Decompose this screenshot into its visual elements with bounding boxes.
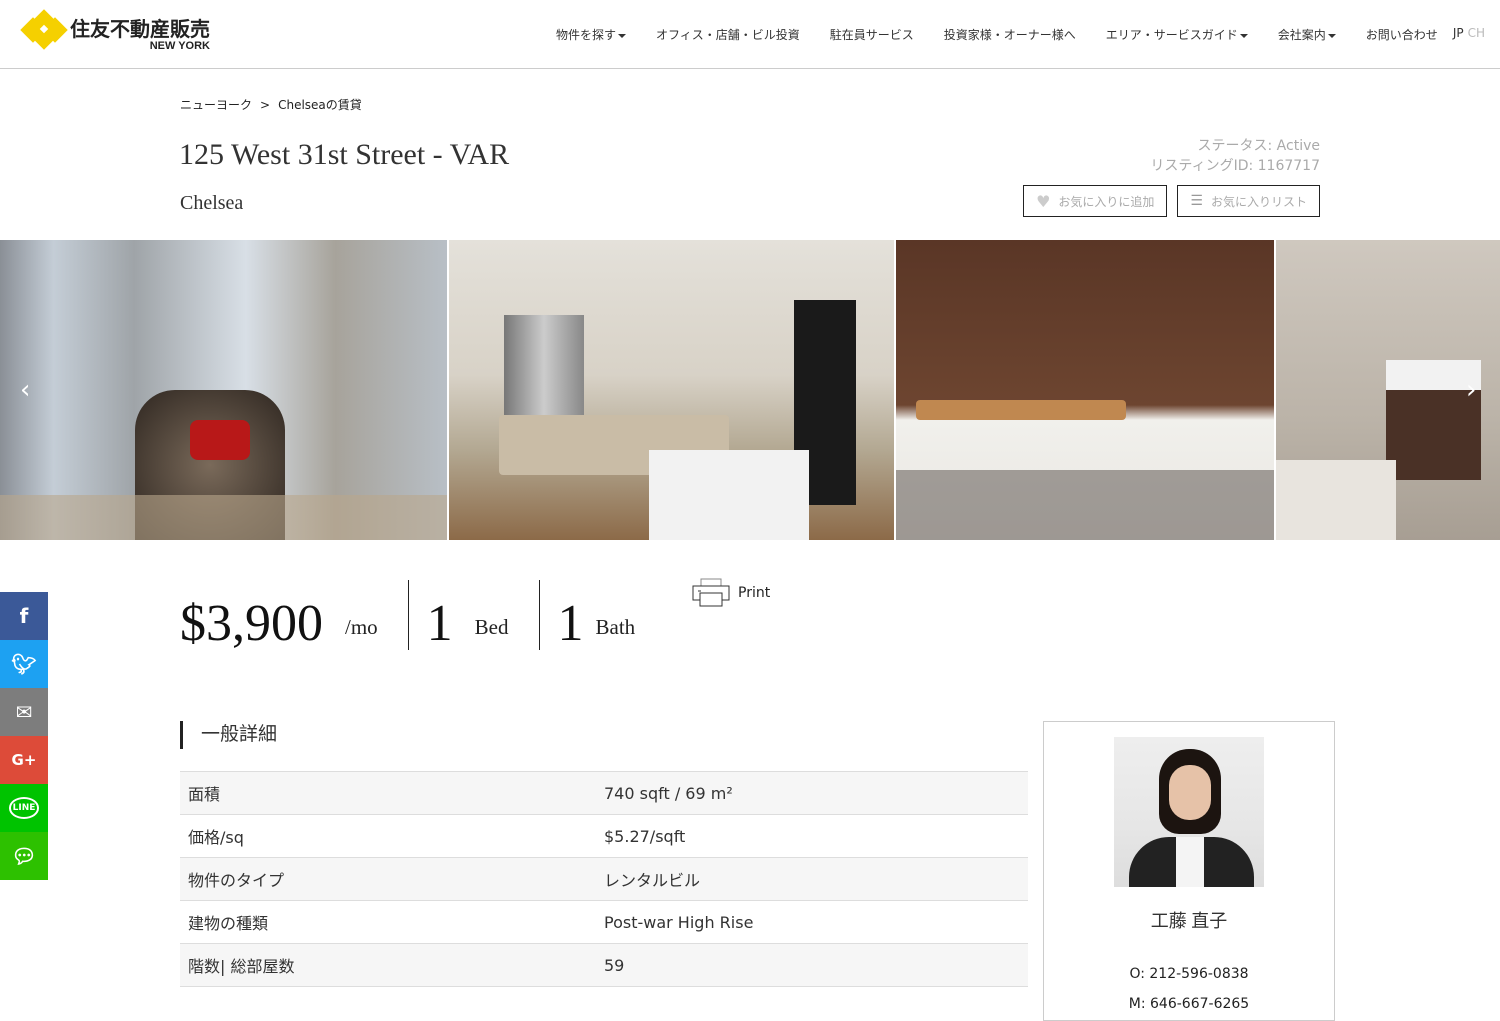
agent-name: 工藤 直子 (1150, 911, 1228, 931)
breadcrumb-newyork[interactable]: ニューヨーク (180, 98, 252, 112)
nav-area-guide[interactable]: エリア・サービスガイド (1106, 26, 1248, 43)
row-label: 建物の種類 (188, 914, 269, 933)
print-button[interactable]: Print (692, 578, 770, 608)
nav-expat-services[interactable]: 駐在員サービス (830, 26, 914, 43)
row-label: 物件のタイプ (188, 871, 285, 890)
nav-office-investment[interactable]: オフィス・店舗・ビル投資 (656, 26, 800, 43)
baths-count: 1 (557, 595, 584, 652)
photo-bathroom-vanity[interactable] (896, 240, 1274, 540)
printer-icon (692, 578, 730, 607)
table-row: 価格/sq $5.27/sqft (180, 815, 1028, 858)
gallery-prev-arrow[interactable]: ‹ (20, 375, 30, 405)
row-label: 価格/sq (188, 828, 244, 847)
agent-photo[interactable] (1114, 737, 1264, 887)
table-row: 面積 740 sqft / 69 m² (180, 772, 1028, 815)
agent-office-phone[interactable]: O: 212-596-0838 (1044, 959, 1334, 989)
list-icon: ☰ (1190, 193, 1203, 209)
beds-label: Bed (474, 615, 509, 639)
baths-label: Bath (595, 615, 636, 639)
heart-icon: ♥ (1036, 191, 1051, 211)
row-value: 59 (604, 955, 625, 975)
beds-count: 1 (426, 595, 453, 652)
agent-card: 工藤 直子 O: 212-596-0838 M: 646-667-6265 (1043, 721, 1335, 1021)
divider (538, 580, 540, 650)
row-label: 階数| 総部屋数 (188, 957, 295, 976)
logo[interactable]: 住友不動産販売 NEW YORK (20, 9, 210, 52)
listing-status: ステータス: Active リスティングID: 1167717 (1150, 136, 1320, 176)
lang-ch[interactable]: CH (1468, 26, 1485, 43)
table-row: 建物の種類 Post-war High Rise (180, 901, 1028, 944)
listing-title: 125 West 31st Street - VAR (179, 138, 510, 171)
breadcrumb: ニューヨーク > Chelseaの賃貸 (180, 96, 362, 113)
divider (407, 580, 409, 650)
email-icon[interactable]: ✉ (0, 688, 48, 736)
listing-id: リスティングID: 1167717 (1150, 158, 1320, 174)
logo-mark-icon (20, 9, 68, 50)
wechat-icon[interactable]: 💬︎ (0, 832, 48, 880)
logo-text: 住友不動産販売 (70, 17, 210, 41)
nav-search-properties[interactable]: 物件を探す (556, 26, 626, 43)
photo-kitchen[interactable] (449, 240, 894, 540)
table-row: 階数| 総部屋数 59 (180, 944, 1028, 987)
listing-neighborhood: Chelsea (180, 192, 244, 214)
site-header: 住友不動産販売 NEW YORK 物件を探す オフィス・店舗・ビル投資 駐在員サ… (0, 0, 1500, 69)
main-nav: 物件を探す オフィス・店舗・ビル投資 駐在員サービス 投資家様・オーナー様へ エ… (556, 26, 1485, 43)
add-favorite-label: お気に入りに追加 (1058, 194, 1155, 209)
price: $3,900 (180, 595, 323, 652)
price-unit: /mo (345, 615, 378, 639)
add-favorite-button[interactable]: ♥ お気に入りに追加 (1023, 185, 1168, 217)
photo-living-room[interactable] (0, 240, 447, 540)
row-value: 740 sqft / 69 m² (604, 783, 733, 803)
general-details-heading: 一般詳細 (180, 721, 277, 749)
google-plus-icon[interactable]: G+ (0, 736, 48, 784)
nav-investors-owners[interactable]: 投資家様・オーナー様へ (944, 26, 1076, 43)
breadcrumb-chelsea[interactable]: Chelseaの賃貸 (278, 98, 362, 112)
table-row: 物件のタイプ レンタルビル (180, 858, 1028, 901)
row-label: 面積 (188, 785, 221, 804)
line-icon[interactable]: LINE (0, 784, 48, 832)
row-value: Post-war High Rise (604, 912, 754, 932)
social-share-bar: f 🐦︎ ✉ G+ LINE 💬︎ (0, 592, 48, 880)
twitter-icon[interactable]: 🐦︎ (0, 640, 48, 688)
status-text: ステータス: Active (1197, 138, 1320, 154)
nav-company[interactable]: 会社案内 (1278, 26, 1336, 43)
row-value: レンタルビル (604, 871, 701, 890)
price-summary: $3,900 /mo 1 Bed 1 Bath (180, 578, 635, 650)
facebook-icon[interactable]: f (0, 592, 48, 640)
agent-mobile-phone[interactable]: M: 646-667-6265 (1044, 989, 1334, 1019)
photo-gallery[interactable]: ‹ › (0, 240, 1500, 540)
gallery-next-arrow[interactable]: › (1466, 375, 1476, 405)
favorite-list-button[interactable]: ☰ お気に入りリスト (1177, 185, 1320, 217)
breadcrumb-separator: > (260, 98, 271, 112)
favorite-list-label: お気に入りリスト (1210, 194, 1307, 209)
lang-jp[interactable]: JP (1453, 26, 1464, 43)
row-value: $5.27/sqft (604, 826, 686, 846)
print-label: Print (738, 585, 771, 601)
details-table: 面積 740 sqft / 69 m² 価格/sq $5.27/sqft 物件のタイ… (180, 771, 1028, 987)
nav-contact[interactable]: お問い合わせ (1366, 26, 1438, 43)
